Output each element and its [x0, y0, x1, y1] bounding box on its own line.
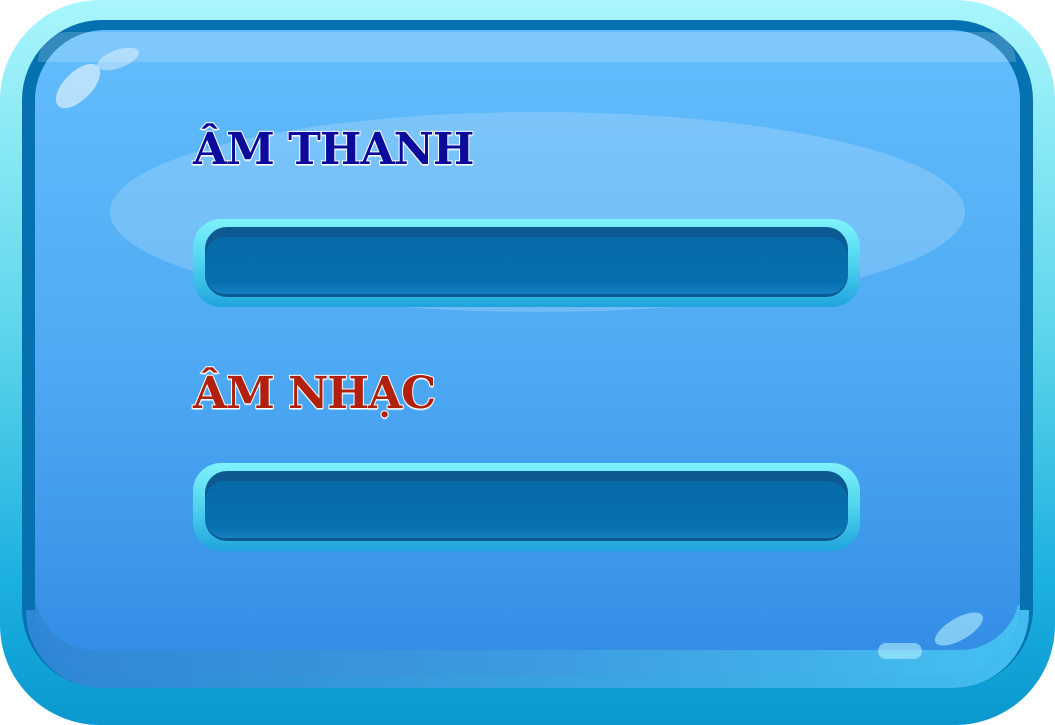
sound-slider[interactable]	[193, 219, 860, 307]
music-label: ÂM NHẠC	[192, 367, 437, 420]
music-slider-track[interactable]	[205, 471, 848, 541]
music-slider[interactable]	[193, 463, 860, 551]
music-slider-groove	[205, 481, 848, 538]
sound-slider-groove	[205, 237, 848, 294]
sound-slider-track[interactable]	[205, 227, 848, 297]
settings-panel: ÂM THANH ÂM NHẠC	[0, 0, 1055, 725]
sound-label: ÂM THANH	[192, 123, 475, 176]
gloss-top-highlight	[38, 32, 1016, 62]
shine-bottom-right-small	[878, 643, 922, 659]
